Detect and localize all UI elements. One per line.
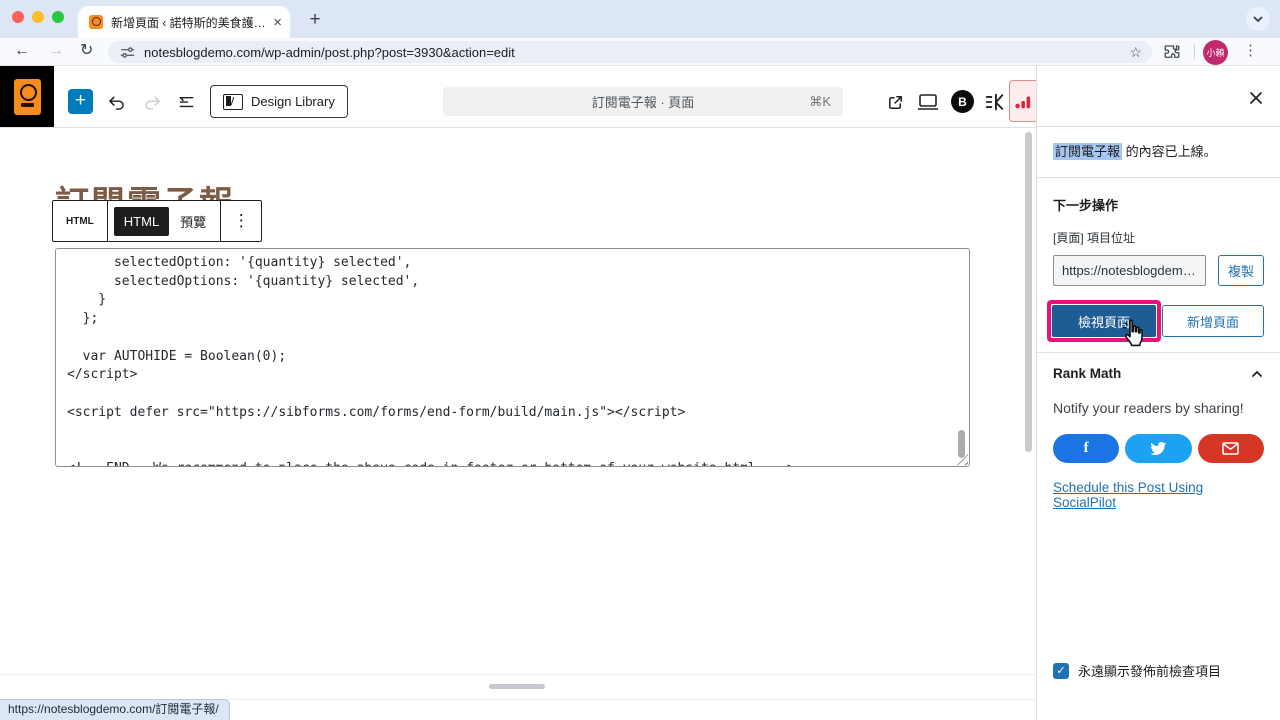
url-text: notesblogdemo.com/wp-admin/post.php?post… — [144, 45, 515, 60]
twitter-bird-icon — [1150, 442, 1167, 456]
command-bar[interactable]: 訂閱電子報 · 頁面 ⌘K — [443, 87, 843, 116]
kadence-button[interactable] — [983, 90, 1007, 114]
design-library-icon — [223, 94, 243, 110]
email-share-button[interactable] — [1198, 434, 1264, 463]
new-page-button[interactable]: 新增頁面 — [1162, 305, 1264, 337]
tab-title: 新增頁面 ‹ 諾特斯的美食護照 — — [111, 14, 267, 31]
block-toolbar: HTML HTML 預覽 ⋮ — [52, 200, 262, 242]
kadence-icon — [984, 91, 1006, 113]
block-type-badge[interactable]: HTML — [53, 201, 108, 241]
cursor-hand-icon — [1118, 317, 1150, 349]
undo-icon — [106, 92, 127, 113]
post-publish-sidebar: 訂閱電子報 的內容已上線。 下一步操作 [頁面] 項目位址 複製 檢視頁面 新增… — [1036, 66, 1280, 720]
chevron-up-icon[interactable] — [1250, 367, 1264, 381]
publish-notice: 訂閱電子報 的內容已上線。 — [1053, 141, 1264, 162]
editor-header: + Design Library 訂閱電子報 · 頁面 ⌘K B — [0, 66, 1036, 128]
drag-handle[interactable] — [489, 684, 545, 689]
page-address-label: [頁面] 項目位址 — [1053, 229, 1264, 246]
page-url-input[interactable] — [1053, 255, 1206, 286]
site-logo-icon — [14, 79, 41, 115]
browser-tab[interactable]: 新增頁面 ‹ 諾特斯的美食護照 — × — [78, 6, 290, 38]
external-link-icon — [886, 93, 905, 112]
link-status-bar: https://notesblogdemo.com/訂閱電子報/ — [0, 699, 230, 720]
rank-math-toolbar-button[interactable] — [1009, 80, 1036, 122]
design-library-button[interactable]: Design Library — [210, 85, 348, 118]
envelope-icon — [1222, 442, 1239, 455]
code-scrollbar[interactable] — [958, 430, 965, 458]
view-page-external-button[interactable] — [883, 90, 907, 114]
redo-icon — [142, 92, 163, 113]
document-title: 訂閱電子報 · 頁面 — [592, 92, 695, 111]
profile-avatar[interactable]: 小賴 — [1203, 40, 1228, 65]
screen: 新增頁面 ‹ 諾特斯的美食護照 — × + ← → ↻ notesblogdem… — [0, 0, 1280, 720]
toolbar-divider — [1194, 44, 1195, 59]
extensions-puzzle-icon[interactable] — [1163, 43, 1181, 61]
preview-tab-button[interactable]: 預覽 — [172, 205, 214, 238]
divider — [1037, 177, 1280, 178]
laptop-icon — [916, 92, 940, 112]
tab-search-button[interactable] — [1246, 7, 1270, 31]
site-favicon-icon — [89, 15, 103, 29]
preview-device-button[interactable] — [916, 90, 940, 114]
browser-menu-icon[interactable]: ⋮ — [1243, 41, 1258, 59]
copy-button[interactable]: 複製 — [1218, 255, 1264, 286]
notify-readers-text: Notify your readers by sharing! — [1053, 400, 1264, 416]
published-page-title: 訂閱電子報 — [1053, 143, 1122, 160]
publish-notice-text: 的內容已上線。 — [1122, 144, 1217, 159]
fullscreen-window-button[interactable] — [52, 11, 64, 23]
forward-button[interactable]: → — [48, 41, 64, 61]
rank-math-panel-title: Rank Math — [1053, 366, 1121, 381]
sidebar-header — [1037, 66, 1280, 127]
pre-publish-checkbox-label: 永遠顯示發佈前檢查項目 — [1078, 661, 1221, 680]
redo-button[interactable] — [140, 90, 164, 114]
pre-publish-check-row: ✓ 永遠顯示發佈前檢查項目 — [1053, 661, 1221, 680]
html-code-editor[interactable]: selectedOption: '{quantity} selected', s… — [55, 248, 970, 467]
code-content: selectedOption: '{quantity} selected', s… — [56, 249, 969, 467]
facebook-icon: f — [1084, 440, 1089, 457]
undo-button[interactable] — [104, 90, 128, 114]
rank-math-icon — [1014, 93, 1032, 110]
next-steps-heading: 下一步操作 — [1053, 195, 1264, 214]
block-options-icon[interactable]: ⋮ — [221, 201, 261, 241]
editor-canvas: 訂閱電子報 HTML HTML 預覽 ⋮ selectedOption: '{q… — [0, 128, 1036, 675]
block-inserter-button[interactable]: + — [68, 89, 93, 114]
new-tab-button[interactable]: + — [303, 8, 327, 32]
close-window-button[interactable] — [12, 11, 24, 23]
design-library-label: Design Library — [251, 94, 335, 109]
close-sidebar-icon[interactable] — [1248, 90, 1264, 106]
command-shortcut: ⌘K — [809, 94, 831, 110]
brevo-icon[interactable]: B — [951, 90, 974, 113]
facebook-share-button[interactable]: f — [1053, 434, 1119, 463]
canvas-scrollbar[interactable] — [1025, 132, 1032, 452]
list-view-button[interactable] — [174, 90, 198, 114]
chevron-down-icon — [1252, 13, 1264, 25]
browser-tab-strip: 新增頁面 ‹ 諾特斯的美食護照 — × + — [0, 0, 1280, 38]
socialpilot-link[interactable]: Schedule this Post Using SocialPilot — [1053, 480, 1264, 510]
divider — [1037, 352, 1280, 353]
twitter-share-button[interactable] — [1125, 434, 1191, 463]
reload-button[interactable]: ↻ — [80, 41, 93, 61]
bookmark-star-icon[interactable]: ☆ — [1129, 44, 1142, 61]
tab-close-icon[interactable]: × — [273, 15, 282, 30]
pre-publish-checkbox[interactable]: ✓ — [1053, 663, 1069, 679]
site-icon-button[interactable] — [0, 66, 54, 127]
canvas-bottom-border — [0, 674, 1036, 675]
html-tab-button[interactable]: HTML — [114, 207, 169, 236]
address-bar[interactable]: notesblogdemo.com/wp-admin/post.php?post… — [108, 41, 1152, 63]
minimize-window-button[interactable] — [32, 11, 44, 23]
tune-icon — [120, 45, 135, 60]
window-controls — [12, 11, 64, 23]
list-view-icon — [176, 92, 197, 113]
back-button[interactable]: ← — [14, 41, 30, 61]
